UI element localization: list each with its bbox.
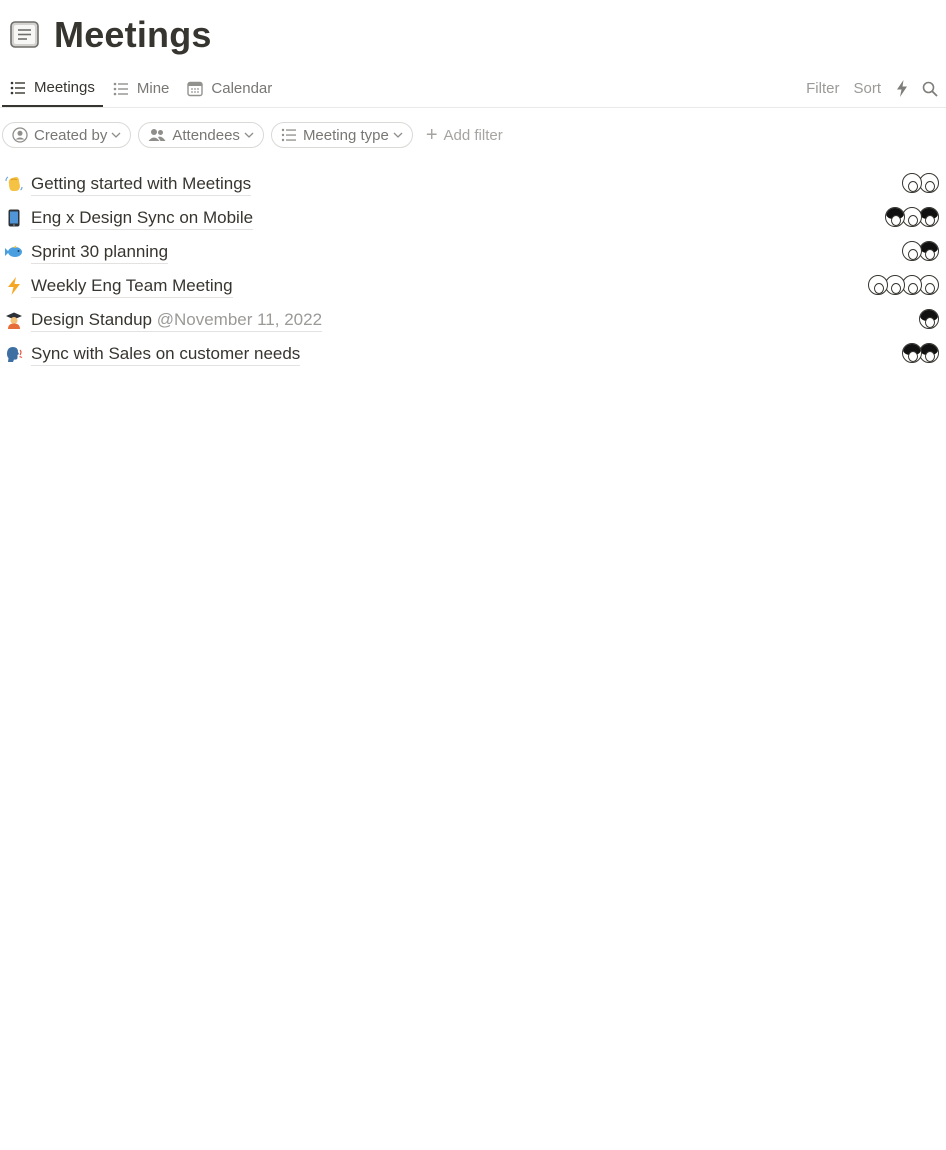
waving-hand-icon: [4, 174, 24, 194]
page-header: Meetings: [10, 14, 212, 56]
chevron-down-icon: [393, 132, 403, 139]
filter-label: Attendees: [172, 126, 240, 144]
document-icon[interactable]: [10, 21, 40, 49]
filter-button[interactable]: Filter: [799, 80, 846, 97]
add-filter-label: Add filter: [443, 126, 503, 144]
tab-label: Mine: [136, 80, 170, 97]
chevron-down-icon: [244, 132, 254, 139]
attendee-avatars: [885, 207, 939, 227]
list-item[interactable]: Sprint 30 planning: [0, 235, 946, 269]
list-item[interactable]: Weekly Eng Team Meeting: [0, 269, 946, 303]
mobile-phone-icon: [4, 208, 24, 228]
chevron-down-icon: [111, 132, 121, 139]
view-actions: Filter Sort: [799, 70, 944, 107]
search-icon[interactable]: [916, 75, 944, 103]
filter-attendees[interactable]: Attendees: [138, 122, 264, 148]
attendee-avatars: [902, 343, 939, 363]
page-title: Meetings: [54, 14, 212, 55]
list-item[interactable]: Getting started with Meetings: [0, 167, 946, 201]
avatar: [885, 275, 905, 295]
filter-label: Created by: [34, 126, 108, 144]
list-item[interactable]: Sync with Sales on customer needs: [0, 337, 946, 371]
speaking-head-icon: [4, 344, 24, 364]
avatar: [919, 343, 939, 363]
sort-button[interactable]: Sort: [846, 80, 888, 97]
calendar-icon: [187, 81, 204, 96]
avatar: [919, 241, 939, 261]
filter-label: Meeting type: [302, 126, 389, 144]
student-icon: [4, 310, 24, 330]
filter-bar: Created by Attendees Meeting type + Add …: [2, 122, 503, 148]
list-icon: [113, 82, 128, 95]
avatar: [919, 275, 939, 295]
view-tab-bar: Meetings Mine Calendar Filter Sort: [0, 70, 946, 108]
attendee-avatars: [868, 275, 939, 295]
meeting-list: Getting started with Meetings Eng x Desi…: [0, 167, 946, 371]
add-filter-button[interactable]: + Add filter: [426, 125, 503, 145]
avatar: [919, 309, 939, 329]
list-icon: [10, 81, 25, 94]
avatar: [902, 343, 922, 363]
attendee-avatars: [902, 173, 939, 193]
tab-meetings[interactable]: Meetings: [2, 70, 103, 107]
meeting-title[interactable]: Sprint 30 planning: [31, 241, 169, 264]
meeting-title[interactable]: Eng x Design Sync on Mobile: [31, 207, 254, 230]
tab-label: Meetings: [34, 79, 95, 96]
meeting-title[interactable]: Design Standup @November 11, 2022: [31, 309, 323, 332]
list-icon: [281, 128, 297, 142]
tab-label: Calendar: [211, 80, 273, 97]
tab-mine[interactable]: Mine: [105, 70, 178, 107]
meeting-title-text: Design Standup: [31, 309, 152, 329]
person-circle-icon: [12, 127, 28, 143]
avatar: [885, 207, 905, 227]
plus-icon: +: [425, 124, 438, 146]
avatar: [902, 173, 922, 193]
attendee-avatars: [919, 309, 939, 329]
people-icon: [148, 128, 166, 142]
avatar: [919, 207, 939, 227]
avatar: [902, 275, 922, 295]
tab-calendar[interactable]: Calendar: [179, 70, 280, 107]
avatar: [868, 275, 888, 295]
lightning-icon[interactable]: [888, 75, 916, 103]
meeting-title[interactable]: Weekly Eng Team Meeting: [31, 275, 233, 298]
list-item[interactable]: Design Standup @November 11, 2022: [0, 303, 946, 337]
lightning-icon: [4, 276, 24, 296]
avatar: [902, 207, 922, 227]
meeting-date: @November 11, 2022: [156, 309, 323, 329]
attendee-avatars: [902, 241, 939, 261]
meeting-title[interactable]: Sync with Sales on customer needs: [31, 343, 301, 366]
meeting-title[interactable]: Getting started with Meetings: [31, 173, 252, 196]
filter-created-by[interactable]: Created by: [2, 122, 132, 148]
avatar: [919, 173, 939, 193]
fish-icon: [4, 242, 24, 262]
filter-meeting-type[interactable]: Meeting type: [270, 122, 413, 148]
list-item[interactable]: Eng x Design Sync on Mobile: [0, 201, 946, 235]
avatar: [902, 241, 922, 261]
